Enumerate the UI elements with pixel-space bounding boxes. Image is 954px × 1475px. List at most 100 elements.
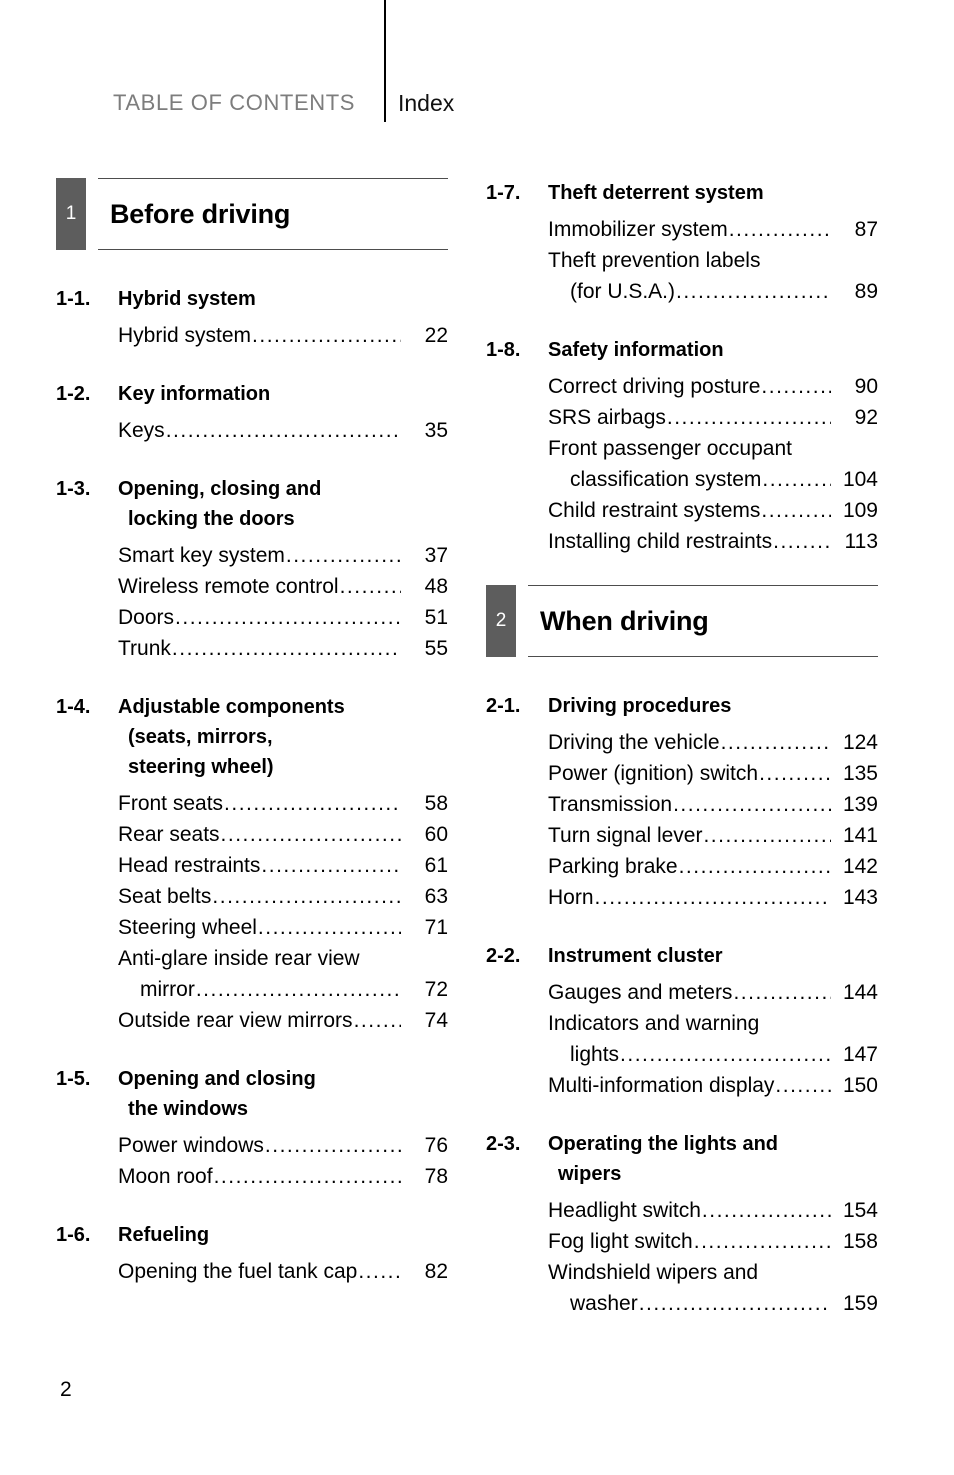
- toc-entry-line: SRS airbags.............................…: [548, 402, 878, 433]
- header-index-label[interactable]: Index: [398, 90, 454, 117]
- dot-leader: ........................................…: [252, 324, 401, 347]
- section-title-line: Hybrid system: [118, 288, 256, 310]
- toc-entry[interactable]: Keys....................................…: [118, 415, 448, 446]
- toc-entry[interactable]: Gauges and meters.......................…: [548, 977, 878, 1008]
- toc-entry-text: classification system: [570, 468, 762, 491]
- toc-entry-line: Head restraints.........................…: [118, 850, 448, 881]
- toc-entry[interactable]: Trunk...................................…: [118, 633, 448, 664]
- toc-section: 1-5. Opening and closing the windows Power …: [56, 1064, 448, 1192]
- toc-entry[interactable]: Opening the fuel tank cap...............…: [118, 1256, 448, 1287]
- section-entries: Gauges and meters.......................…: [486, 977, 878, 1101]
- toc-entry-text: Headlight switch: [548, 1199, 701, 1222]
- toc-entry-line: Parking brake...........................…: [548, 851, 878, 882]
- toc-entry[interactable]: Wireless remote control.................…: [118, 571, 448, 602]
- toc-section: 1-2. Key information Keys.................…: [56, 379, 448, 446]
- section-entries: Hybrid system...........................…: [56, 320, 448, 351]
- toc-entry-text: Fog light switch: [548, 1230, 693, 1253]
- toc-entry-page-number: 61: [424, 854, 448, 877]
- section-entries: Opening the fuel tank cap...............…: [56, 1256, 448, 1287]
- dot-leader: ........................................…: [195, 978, 401, 1001]
- toc-section: 1-4. Adjustable components (seats, mirrors…: [56, 692, 448, 1036]
- toc-entry-line: Doors...................................…: [118, 602, 448, 633]
- toc-entry-text: washer: [570, 1292, 638, 1315]
- section-entries: Immobilizer system......................…: [486, 214, 878, 307]
- toc-entry-text: mirror: [140, 978, 195, 1001]
- toc-entry-page-number: 104: [842, 468, 878, 491]
- toc-entry[interactable]: Moon roof...............................…: [118, 1161, 448, 1192]
- toc-entry[interactable]: Hybrid system...........................…: [118, 320, 448, 351]
- toc-entry-text: Wireless remote control: [118, 575, 339, 598]
- toc-entry-page-number: 124: [842, 731, 878, 754]
- dot-leader: ........................................…: [358, 1260, 401, 1283]
- section-number: 2-1.: [486, 695, 521, 717]
- toc-entry[interactable]: Smart key system........................…: [118, 540, 448, 571]
- toc-entry[interactable]: Anti-glare inside rear view mirror.......…: [118, 943, 448, 1005]
- toc-entry-text: Moon roof: [118, 1165, 213, 1188]
- toc-entry[interactable]: Correct driving posture.................…: [548, 371, 878, 402]
- toc-entry[interactable]: Transmission............................…: [548, 789, 878, 820]
- toc-entry-line: Child restraint systems.................…: [548, 495, 878, 526]
- dot-leader: ........................................…: [165, 419, 401, 442]
- toc-entry-page-number: 158: [842, 1230, 878, 1253]
- toc-entry[interactable]: Horn....................................…: [548, 882, 878, 913]
- toc-entry[interactable]: Theft prevention labels (for U.S.A.).....…: [548, 245, 878, 307]
- toc-entry[interactable]: Rear seats..............................…: [118, 819, 448, 850]
- toc-page: TABLE OF CONTENTS Index 1 Before driving 1…: [0, 0, 954, 1475]
- toc-entry[interactable]: Driving the vehicle.....................…: [548, 727, 878, 758]
- toc-entry-text: Trunk: [118, 637, 171, 660]
- toc-entry[interactable]: Doors...................................…: [118, 602, 448, 633]
- toc-entry-line: Driving the vehicle.....................…: [548, 727, 878, 758]
- section-heading: 1-3. Opening, closing and locking the door…: [56, 474, 448, 534]
- header-table-of-contents-label: TABLE OF CONTENTS: [113, 90, 356, 115]
- toc-entry-text: Power windows: [118, 1134, 264, 1157]
- toc-entry-line: Outside rear view mirrors...............…: [118, 1005, 448, 1036]
- toc-entry[interactable]: Turn signal lever.......................…: [548, 820, 878, 851]
- toc-entry-page-number: 63: [424, 885, 448, 908]
- toc-entry-text: Rear seats: [118, 823, 220, 846]
- section-title: Operating the lights and wipers: [548, 1129, 778, 1189]
- dot-leader: ........................................…: [678, 855, 831, 878]
- toc-entry-line: washer..................................…: [548, 1288, 878, 1319]
- toc-entry[interactable]: Immobilizer system......................…: [548, 214, 878, 245]
- toc-entry[interactable]: Windshield wipers and washer.............…: [548, 1257, 878, 1319]
- section-heading: 1-2. Key information: [56, 379, 448, 409]
- toc-entry[interactable]: Power windows...........................…: [118, 1130, 448, 1161]
- section-entries: Correct driving posture.................…: [486, 371, 878, 557]
- toc-section: 2-1. Driving procedures Driving the vehicl…: [486, 691, 878, 913]
- toc-entry[interactable]: Indicators and warning lights............…: [548, 1008, 878, 1070]
- dot-leader: ........................................…: [339, 575, 401, 598]
- toc-entry-line: Theft prevention labels: [548, 245, 878, 276]
- toc-entry-line: Front seats.............................…: [118, 788, 448, 819]
- chapter-inner: 1 Before driving: [56, 178, 448, 250]
- toc-entry[interactable]: Head restraints.........................…: [118, 850, 448, 881]
- section-title-line: Operating the lights and: [548, 1133, 779, 1155]
- toc-section: 1-3. Opening, closing and locking the door…: [56, 474, 448, 664]
- toc-entry[interactable]: Steering wheel..........................…: [118, 912, 448, 943]
- toc-entry[interactable]: Installing child restraints.............…: [548, 526, 878, 557]
- toc-entry[interactable]: SRS airbags.............................…: [548, 402, 878, 433]
- toc-entry[interactable]: Front passenger occupant classification s…: [548, 433, 878, 495]
- toc-entry-page-number: 92: [854, 406, 878, 429]
- toc-entry-text: Hybrid system: [118, 324, 252, 347]
- section-number: 1-7.: [486, 182, 521, 204]
- toc-entry[interactable]: Headlight switch........................…: [548, 1195, 878, 1226]
- toc-entry[interactable]: Power (ignition) switch.................…: [548, 758, 878, 789]
- chapter-rule-top: [98, 178, 448, 179]
- toc-entry-text: SRS airbags: [548, 406, 666, 429]
- dot-leader: ........................................…: [761, 375, 831, 398]
- section-title-line: Instrument cluster: [548, 945, 723, 967]
- toc-entry[interactable]: Front seats.............................…: [118, 788, 448, 819]
- section-title-line: steering wheel): [128, 756, 274, 778]
- toc-entry[interactable]: Fog light switch........................…: [548, 1226, 878, 1257]
- section-title: Theft deterrent system: [548, 178, 764, 208]
- toc-entry-page-number: 22: [424, 324, 448, 347]
- toc-entry[interactable]: Multi-information display...............…: [548, 1070, 878, 1101]
- section-title-line: wipers: [558, 1163, 622, 1185]
- toc-entry[interactable]: Seat belts..............................…: [118, 881, 448, 912]
- toc-entry[interactable]: Outside rear view mirrors...............…: [118, 1005, 448, 1036]
- toc-entry[interactable]: Child restraint systems.................…: [548, 495, 878, 526]
- toc-entry[interactable]: Parking brake...........................…: [548, 851, 878, 882]
- dot-leader: ........................................…: [759, 762, 831, 785]
- section-title: Opening and closing the windows: [118, 1064, 316, 1124]
- chapter-header: 1 Before driving: [56, 178, 448, 250]
